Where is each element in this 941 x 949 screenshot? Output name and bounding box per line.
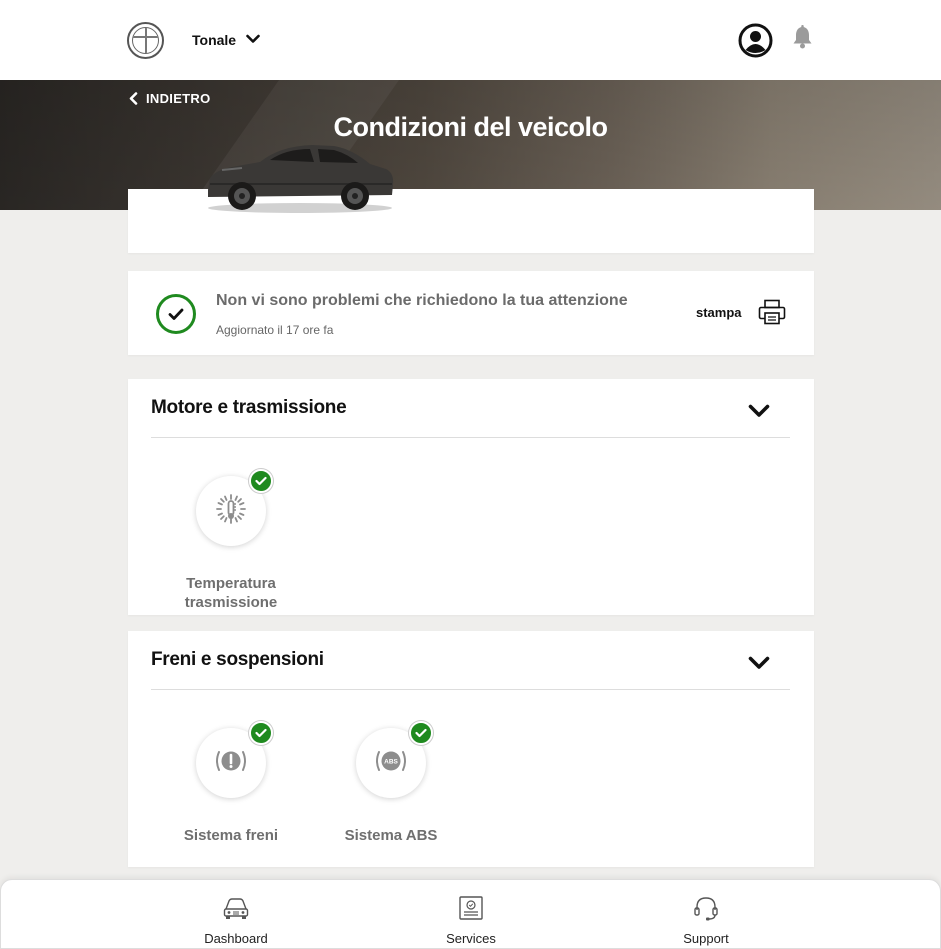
nav-support[interactable]: Support (626, 880, 786, 949)
section-engine-transmission: Motore e trasmissione Temperatura trasmi… (128, 379, 814, 615)
section-title: Freni e sospensioni (151, 649, 324, 670)
print-button[interactable]: stampa (696, 299, 786, 325)
back-button[interactable]: INDIETRO (129, 91, 211, 106)
vehicle-selector[interactable]: Tonale (192, 31, 260, 49)
status-item-label: Temperatura trasmissione (184, 575, 278, 611)
back-label: INDIETRO (146, 91, 211, 106)
section-brakes-suspension: Freni e sospensioni Sistema freni ABS Si… (128, 631, 814, 867)
section-title: Motore e trasmissione (151, 397, 347, 418)
chevron-down-icon (748, 656, 770, 675)
print-label: stampa (696, 304, 742, 320)
top-bar: Tonale (0, 0, 941, 80)
chevron-left-icon (129, 92, 138, 105)
status-item-label: Sistema ABS (344, 827, 438, 844)
svg-text:ABS: ABS (384, 758, 398, 765)
check-ok-icon (249, 721, 273, 745)
status-item-label: Sistema freni (183, 827, 279, 844)
transmission-temperature-icon (214, 492, 248, 531)
nav-dashboard[interactable]: Dashboard (156, 880, 316, 949)
notifications-bell-icon[interactable] (792, 25, 813, 49)
status-updated-time: Aggiornato il 17 ore fa (216, 323, 334, 337)
status-item-abs[interactable]: ABS Sistema ABS (321, 721, 461, 845)
nav-label: Services (446, 931, 496, 946)
check-ok-icon (249, 469, 273, 493)
chevron-down-icon (246, 31, 260, 49)
status-ok-icon (156, 294, 196, 334)
status-message: Non vi sono problemi che richiedono la t… (216, 292, 628, 309)
headset-icon (692, 894, 720, 922)
abs-icon: ABS (374, 746, 408, 781)
check-ok-icon (409, 721, 433, 745)
chevron-down-icon (748, 404, 770, 423)
vehicle-image (202, 140, 396, 215)
vehicle-name: Tonale (192, 32, 237, 48)
profile-icon[interactable] (738, 23, 773, 58)
section-header[interactable]: Motore e trasmissione (151, 379, 790, 438)
page-title: Condizioni del veicolo (333, 112, 608, 142)
brake-warning-icon (214, 746, 248, 781)
nav-label: Support (683, 931, 729, 946)
status-summary-card: Non vi sono problemi che richiedono la t… (128, 271, 814, 355)
bottom-navigation: Dashboard Services Support (0, 879, 941, 949)
status-item-brake-system[interactable]: Sistema freni (161, 721, 301, 845)
brand-logo[interactable] (127, 22, 164, 59)
section-header[interactable]: Freni e sospensioni (151, 631, 790, 690)
car-icon (222, 894, 250, 922)
services-icon (457, 894, 485, 922)
status-item-transmission-temperature[interactable]: Temperatura trasmissione (161, 469, 301, 612)
printer-icon (758, 299, 785, 325)
nav-services[interactable]: Services (391, 880, 551, 949)
nav-label: Dashboard (204, 931, 268, 946)
